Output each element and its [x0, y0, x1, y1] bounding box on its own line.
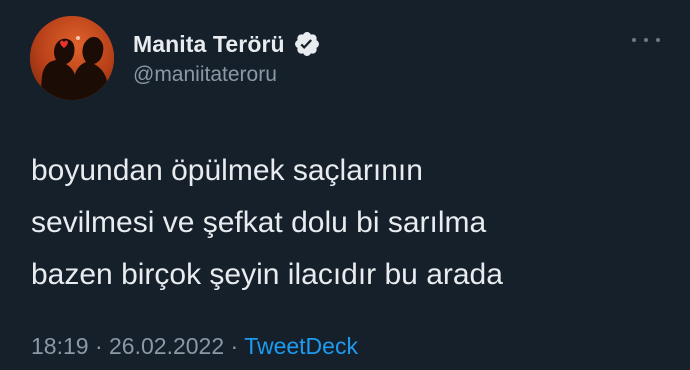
- avatar[interactable]: [30, 16, 114, 100]
- author-handle[interactable]: @maniitateroru: [133, 63, 277, 87]
- author-display-name[interactable]: Manita Terörü: [133, 31, 285, 58]
- more-dot: [644, 38, 648, 42]
- tweet-text-line: sevilmesi ve şefkat dolu bi sarılma: [31, 206, 487, 239]
- tweet-date[interactable]: 26.02.2022: [109, 333, 224, 359]
- tweet-time[interactable]: 18:19: [31, 333, 89, 359]
- tweet-source-link[interactable]: TweetDeck: [244, 333, 358, 359]
- more-options-icon[interactable]: [632, 30, 660, 50]
- meta-separator: ·: [94, 333, 103, 359]
- more-dot: [656, 38, 660, 42]
- tweet-text-line: bazen birçok şeyin ilacıdır bu arada: [31, 258, 503, 291]
- verified-badge-icon[interactable]: [293, 30, 321, 58]
- tweet-meta: 18:19 · 26.02.2022 · TweetDeck: [31, 333, 358, 360]
- tweet-card: Manita Terörü @maniitateroru boyundan öp…: [0, 0, 690, 370]
- more-dot: [632, 38, 636, 42]
- tweet-text: boyundan öpülmek saçlarının sevilmesi ve…: [31, 145, 651, 301]
- meta-separator: ·: [230, 333, 239, 359]
- avatar-image: [30, 16, 114, 100]
- author-name-row: Manita Terörü: [133, 29, 321, 59]
- tweet-text-line: boyundan öpülmek saçlarının: [31, 154, 423, 187]
